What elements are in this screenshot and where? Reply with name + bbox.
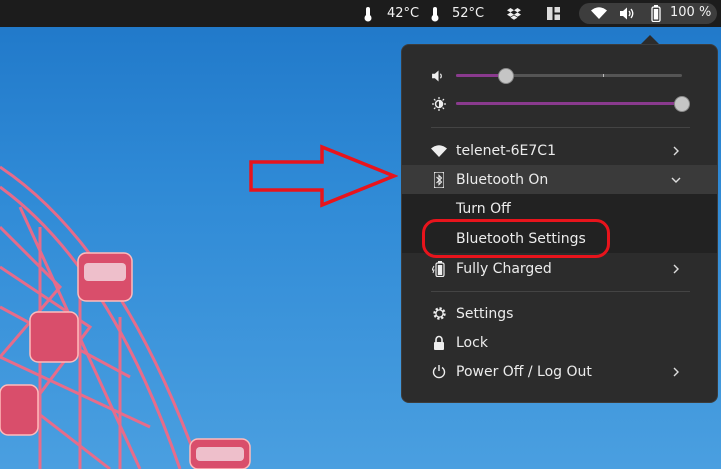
lock-icon — [431, 335, 447, 351]
dropbox-icon — [507, 7, 521, 20]
menu-pointer — [641, 35, 659, 44]
annotation-highlight-box — [422, 219, 610, 258]
wifi-icon — [431, 143, 447, 159]
gpu-temp-value: 52°C — [452, 6, 485, 21]
volume-slider-mark — [603, 74, 604, 77]
battery-percent: 100 % — [670, 5, 712, 20]
system-status-button[interactable]: 100 % — [579, 3, 717, 24]
power-menu-item[interactable]: Power Off / Log Out — [402, 357, 717, 386]
bluetooth-menu-item[interactable]: Bluetooth On — [402, 165, 717, 194]
cpu-temp-indicator[interactable]: 42°C — [363, 0, 419, 27]
settings-label: Settings — [456, 305, 514, 322]
settings-menu-item[interactable]: Settings — [402, 299, 717, 328]
volume-icon — [620, 7, 634, 20]
chevron-down-icon — [671, 177, 681, 183]
menu-separator — [431, 127, 690, 128]
lock-menu-item[interactable]: Lock — [402, 328, 717, 357]
menu-separator — [431, 291, 690, 292]
workspace-indicator[interactable] — [547, 0, 560, 27]
lock-label: Lock — [456, 334, 488, 351]
wifi-icon — [591, 7, 607, 19]
wifi-network-name: telenet-6E7C1 — [456, 142, 556, 159]
battery-icon — [651, 5, 661, 22]
annotation-arrow — [249, 144, 398, 208]
wifi-menu-item[interactable]: telenet-6E7C1 — [402, 136, 717, 165]
thermometer-icon — [364, 6, 372, 21]
battery-menu-item[interactable]: Fully Charged — [402, 254, 717, 283]
brightness-slider-handle[interactable] — [674, 96, 690, 112]
volume-slider-handle[interactable] — [498, 68, 514, 84]
chevron-right-icon — [673, 367, 679, 376]
bluetooth-turn-off-label: Turn Off — [456, 201, 511, 217]
volume-row — [402, 61, 717, 90]
gear-icon — [431, 306, 447, 322]
top-bar: 42°C 52°C 100 % — [0, 0, 721, 27]
brightness-row — [402, 89, 717, 118]
gpu-temp-indicator[interactable]: 52°C — [430, 0, 484, 27]
brightness-slider-fill — [456, 102, 682, 105]
brightness-icon — [431, 96, 447, 112]
battery-status-label: Fully Charged — [456, 260, 552, 277]
volume-icon — [431, 68, 447, 84]
power-icon — [431, 364, 447, 380]
chevron-right-icon — [673, 146, 679, 155]
workspaces-icon — [547, 7, 560, 20]
thermometer-icon — [431, 6, 439, 21]
power-label: Power Off / Log Out — [456, 363, 592, 380]
bluetooth-icon — [431, 171, 447, 188]
chevron-right-icon — [673, 264, 679, 273]
battery-charging-icon — [431, 260, 447, 277]
dropbox-indicator[interactable] — [507, 0, 521, 27]
bluetooth-status-label: Bluetooth On — [456, 171, 549, 188]
cpu-temp-value: 42°C — [387, 6, 420, 21]
